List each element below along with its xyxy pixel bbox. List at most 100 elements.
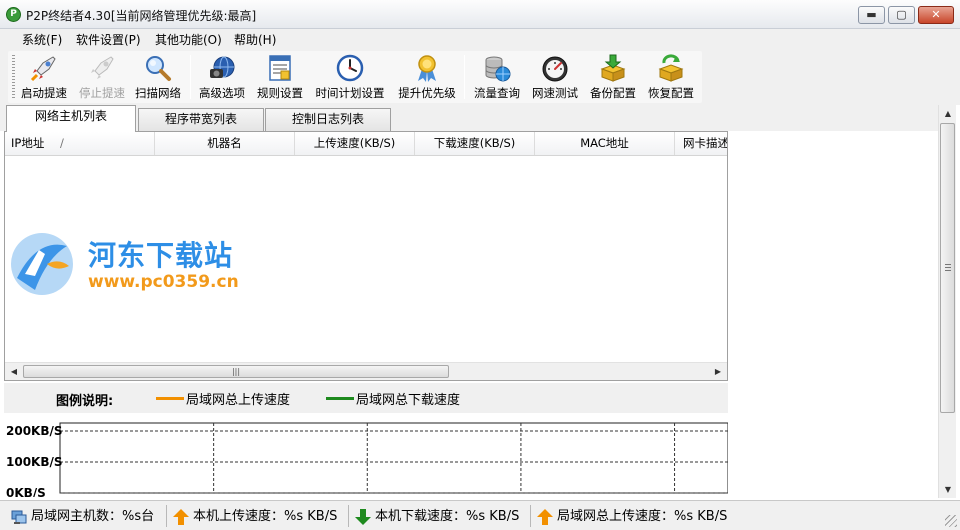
menu-other-functions[interactable]: 其他功能(O) (155, 31, 222, 48)
close-button[interactable]: ✕ (918, 6, 954, 24)
rules-settings-button[interactable]: 规则设置 (254, 53, 306, 101)
box-download-icon (600, 54, 626, 82)
scroll-down-icon[interactable]: ▼ (941, 483, 955, 496)
rocket-icon (30, 56, 56, 82)
globe-camera-icon (210, 56, 235, 78)
tab-network-hosts[interactable]: 网络主机列表 (6, 105, 136, 132)
rules-settings-label: 规则设置 (257, 86, 303, 100)
chart-plot-frame (59, 422, 728, 494)
column-download-speed[interactable]: 下载速度(KB/S) (415, 132, 535, 155)
vertical-scrollbar[interactable]: ▲ ▼ (938, 105, 956, 498)
column-upload-speed[interactable]: 上传速度(KB/S) (295, 132, 415, 155)
menu-software-settings[interactable]: 软件设置(P) (76, 31, 141, 48)
chart-y-tick-label: 0KB/S (6, 486, 46, 497)
chart-y-tick-label: 100KB/S (6, 455, 63, 469)
status-separator (348, 505, 349, 527)
start-boost-label: 启动提速 (21, 86, 67, 100)
legend-upload-label: 局域网总上传速度 (186, 393, 291, 408)
title-bar: P P2P终结者4.30[当前网络管理优先级:最高] ▬ ▢ ✕ (0, 0, 960, 29)
scroll-left-icon[interactable]: ◀ (7, 365, 21, 378)
menu-system[interactable]: 系统(F) (22, 31, 62, 48)
legend-download-swatch (326, 397, 354, 400)
status-local-upload: 本机上传速度：%s KB/S (172, 505, 337, 529)
rules-document-icon (269, 55, 291, 81)
column-machine-name[interactable]: 机器名 (155, 132, 295, 155)
start-boost-button[interactable]: 启动提速 (18, 53, 70, 101)
speed-test-button[interactable]: 网速测试 (528, 53, 582, 101)
resize-grip[interactable] (945, 515, 957, 527)
scroll-right-icon[interactable]: ▶ (711, 365, 725, 378)
column-mac-address[interactable]: MAC地址 (535, 132, 675, 155)
watermark-logo-icon (11, 233, 73, 295)
legend-upload-swatch (156, 397, 184, 400)
scan-network-button[interactable]: 扫描网络 (132, 53, 184, 101)
watermark-url: www.pc0359.cn (88, 272, 239, 292)
restore-config-label: 恢复配置 (648, 86, 694, 100)
raise-priority-label: 提升优先级 (398, 86, 456, 100)
raise-priority-button[interactable]: 提升优先级 (394, 53, 460, 101)
tab-control-log[interactable]: 控制日志列表 (265, 108, 391, 131)
legend-title: 图例说明: (56, 394, 114, 409)
speed-chart: 200KB/S 100KB/S 0KB/S (4, 413, 728, 497)
menu-help[interactable]: 帮助(H) (234, 31, 276, 48)
status-bar: 局域网主机数：%s台 本机上传速度：%s KB/S 本机下载速度：%s KB/S… (0, 500, 960, 530)
rocket-disabled-icon (91, 56, 114, 79)
scroll-grip-icon (945, 264, 951, 271)
toolbar: 启动提速 停止提速 扫描网络 高级选项 规则设置 时间计划设置 提升优先级 流量… (0, 49, 960, 105)
status-host-count-text: 局域网主机数：%s台 (31, 509, 155, 524)
traffic-query-button[interactable]: 流量查询 (470, 53, 524, 101)
list-header: IP地址 / 机器名 上传速度(KB/S) 下载速度(KB/S) MAC地址 网… (5, 132, 727, 156)
status-lan-upload: 局域网总上传速度：%s KB/S (536, 505, 727, 529)
vertical-scroll-thumb[interactable] (940, 123, 955, 413)
network-hosts-icon (11, 510, 27, 524)
status-host-count: 局域网主机数：%s台 (10, 505, 154, 529)
box-restore-icon (658, 54, 684, 82)
scroll-thumb[interactable]: ||| (23, 365, 449, 378)
column-ip[interactable]: IP地址 / (5, 132, 155, 155)
status-separator (530, 505, 531, 527)
backup-config-button[interactable]: 备份配置 (586, 53, 640, 101)
window-title: P2P终结者4.30[当前网络管理优先级:最高] (26, 9, 257, 23)
maximize-button[interactable]: ▢ (888, 6, 915, 24)
sort-indicator-icon: / (59, 136, 64, 150)
clock-icon (336, 54, 364, 82)
menu-bar: 系统(F) 软件设置(P) 其他功能(O) 帮助(H) (0, 29, 960, 49)
lan-upload-arrow-icon (537, 508, 553, 525)
backup-config-label: 备份配置 (590, 86, 636, 100)
time-schedule-label: 时间计划设置 (315, 86, 385, 100)
legend-download-label: 局域网总下载速度 (356, 393, 461, 408)
chart-legend: 图例说明: 局域网总上传速度 局域网总下载速度 (4, 383, 728, 413)
column-ip-label: IP地址 (11, 136, 45, 150)
traffic-query-label: 流量查询 (474, 86, 520, 100)
scroll-up-icon[interactable]: ▲ (941, 107, 955, 120)
status-local-download: 本机下载速度：%s KB/S (354, 505, 519, 529)
status-local-download-text: 本机下载速度：%s KB/S (375, 509, 520, 524)
tab-strip: 网络主机列表 程序带宽列表 控制日志列表 (0, 105, 938, 132)
speed-test-label: 网速测试 (532, 86, 578, 100)
time-schedule-button[interactable]: 时间计划设置 (312, 53, 388, 101)
speedometer-icon (542, 56, 568, 82)
tab-program-bandwidth[interactable]: 程序带宽列表 (138, 108, 264, 131)
ribbon-award-icon (418, 55, 436, 82)
app-logo-icon: P (6, 7, 21, 22)
status-separator (166, 505, 167, 527)
toolbar-separator (190, 55, 191, 99)
status-lan-upload-text: 局域网总上传速度：%s KB/S (557, 509, 728, 524)
horizontal-scrollbar[interactable]: ◀ ||| ▶ (5, 362, 727, 380)
database-globe-icon (485, 56, 511, 82)
chart-y-tick-label: 200KB/S (6, 424, 63, 438)
speed-chart-svg: 200KB/S 100KB/S 0KB/S (6, 422, 728, 497)
toolbar-separator (464, 55, 465, 99)
magnifier-icon (146, 56, 171, 81)
toolbar-grip[interactable] (12, 55, 15, 99)
stop-boost-label: 停止提速 (79, 86, 125, 100)
watermark-title: 河东下载站 (88, 239, 234, 272)
download-arrow-icon (355, 508, 371, 525)
status-local-upload-text: 本机上传速度：%s KB/S (193, 509, 338, 524)
upload-arrow-icon (173, 508, 189, 525)
stop-boost-button[interactable]: 停止提速 (76, 53, 128, 101)
column-nic-description[interactable]: 网卡描述 (675, 132, 727, 155)
advanced-options-button[interactable]: 高级选项 (196, 53, 248, 101)
restore-config-button[interactable]: 恢复配置 (644, 53, 698, 101)
minimize-button[interactable]: ▬ (858, 6, 885, 24)
